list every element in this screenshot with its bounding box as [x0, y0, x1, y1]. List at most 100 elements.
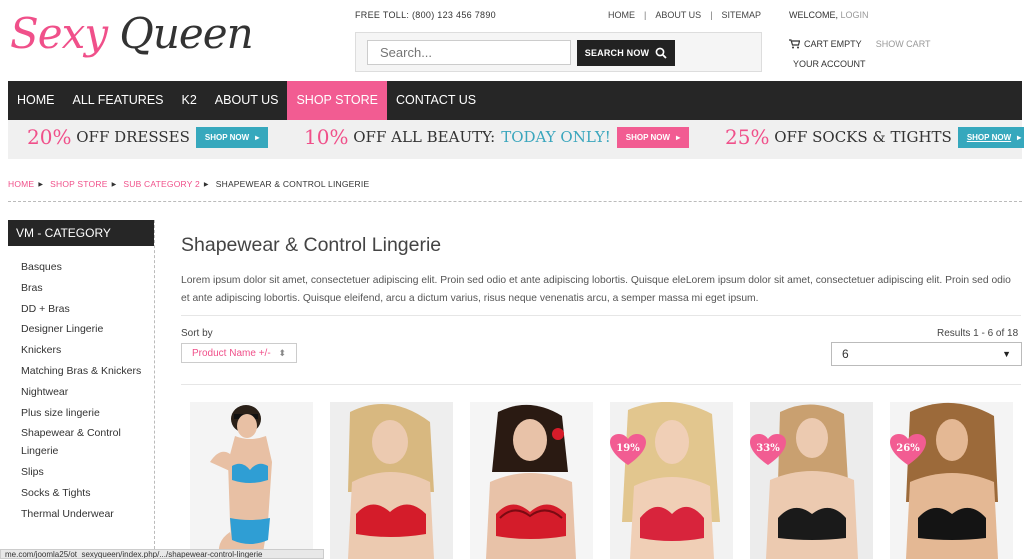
product-image [190, 402, 313, 559]
sort-by-label: Sort by [181, 328, 213, 339]
category-shapewear-line1: Shapewear & Control [21, 427, 121, 440]
nav-home[interactable]: HOME [8, 81, 64, 120]
sidebar: VM - CATEGORY Basques Bras DD + Bras Des… [8, 220, 155, 559]
breadcrumb-home[interactable]: HOME [8, 179, 34, 189]
product-image [890, 402, 1013, 559]
category-slips[interactable]: Slips [21, 464, 154, 482]
top-links: HOME | ABOUT US | SITEMAP [608, 10, 761, 20]
browser-status-bar: me.com/joomla25/ot_sexyqueen/index.php/.… [0, 549, 324, 559]
category-thermal-underwear[interactable]: Thermal Underwear [21, 506, 154, 524]
arrow-right-icon: ▸ [1017, 132, 1022, 142]
cart-icon [789, 39, 800, 49]
promo-percent: 20% [27, 125, 72, 149]
discount-badge: 26% [890, 434, 926, 466]
search-button-label: SEARCH NOW [584, 48, 650, 58]
top-link-sitemap[interactable]: SITEMAP [722, 10, 762, 20]
welcome-label: WELCOME, [789, 10, 839, 20]
results-count: Results 1 - 6 of 18 [937, 328, 1019, 339]
category-nightwear[interactable]: Nightwear [21, 384, 154, 402]
product-card[interactable]: 19% [610, 402, 733, 559]
logo-part-2: Queen [119, 9, 253, 58]
nav-shop-store[interactable]: SHOP STORE [287, 81, 387, 120]
category-bras[interactable]: Bras [21, 280, 154, 298]
divider [8, 201, 1022, 202]
shop-now-button[interactable]: SHOP NOW ▸ [957, 126, 1024, 148]
discount-badge: 33% [750, 434, 786, 466]
category-basques[interactable]: Basques [21, 259, 154, 277]
breadcrumb-shop-store[interactable]: SHOP STORE [50, 179, 107, 189]
nav-k2[interactable]: K2 [173, 81, 206, 120]
arrow-right-icon: ▶ [203, 181, 209, 188]
category-shapewear[interactable]: Shapewear & Control Lingerie [21, 425, 154, 461]
promo-text: OFF SOCKS & TIGHTS [774, 128, 952, 146]
category-list: Basques Bras DD + Bras Designer Lingerie… [8, 246, 154, 523]
login-link[interactable]: LOGIN [841, 10, 869, 20]
discount-badge-label: 19% [616, 443, 640, 454]
nav-all-features[interactable]: ALL FEATURES [64, 81, 173, 120]
product-card[interactable] [190, 402, 313, 559]
promo-dresses: 20% OFF DRESSES SHOP NOW ▸ [27, 125, 269, 149]
logo-part-1: Sexy [10, 9, 108, 58]
product-image [470, 402, 593, 559]
promo-text: OFF ALL BEAUTY: [353, 128, 496, 146]
cart: CART EMPTY SHOW CART [789, 39, 931, 49]
show-cart-link[interactable]: SHOW CART [876, 39, 931, 49]
separator: | [710, 10, 713, 20]
limit-value: 6 [842, 347, 849, 361]
header: Sexy Queen FREE TOLL: (800) 123 456 7890… [0, 0, 1024, 81]
shop-now-label: SHOP NOW [204, 132, 250, 142]
product-card[interactable]: 33% [750, 402, 873, 559]
logo[interactable]: Sexy Queen [10, 8, 254, 60]
arrow-right-icon: ▶ [111, 181, 117, 188]
limit-select[interactable]: 6 ▼ [831, 342, 1022, 366]
cart-empty-label: CART EMPTY [804, 39, 862, 49]
discount-badge-label: 33% [756, 443, 780, 454]
search-box: SEARCH NOW [355, 32, 762, 72]
product-card[interactable] [470, 402, 593, 559]
shop-now-button[interactable]: SHOP NOW ▸ [616, 126, 690, 148]
breadcrumb-sub-category[interactable]: SUB CATEGORY 2 [123, 179, 200, 189]
shop-now-button[interactable]: SHOP NOW ▸ [195, 126, 269, 148]
product-card[interactable] [330, 402, 453, 559]
main-nav: HOME ALL FEATURES K2 ABOUT US SHOP STORE… [8, 81, 1022, 120]
sort-select[interactable]: Product Name +/- ⬍ [181, 343, 297, 363]
search-input[interactable] [367, 40, 571, 65]
promo-today-only: TODAY ONLY! [501, 128, 611, 146]
arrow-right-icon: ▶ [38, 181, 44, 188]
product-image [330, 402, 453, 559]
breadcrumb: HOME ▶ SHOP STORE ▶ SUB CATEGORY 2 ▶ SHAPEW… [8, 179, 369, 189]
search-button[interactable]: SEARCH NOW [577, 40, 675, 66]
promo-text: OFF DRESSES [76, 128, 190, 146]
category-socks-tights[interactable]: Socks & Tights [21, 485, 154, 503]
discount-badge: 19% [610, 434, 646, 466]
sort-value: Product Name +/- [192, 347, 271, 359]
promo-socks: 25% OFF SOCKS & TIGHTS SHOP NOW ▸ [725, 125, 1024, 149]
breadcrumb-current: SHAPEWEAR & CONTROL LINGERIE [215, 179, 370, 189]
nav-contact-us[interactable]: CONTACT US [387, 81, 485, 120]
product-card[interactable]: 26% [890, 402, 1013, 559]
category-knickers[interactable]: Knickers [21, 342, 154, 360]
arrow-right-icon: ▸ [676, 132, 681, 142]
sidebar-title: VM - CATEGORY [8, 220, 154, 246]
promo-bar: 20% OFF DRESSES SHOP NOW ▸ 10% OFF ALL BE… [8, 120, 1024, 159]
product-image [610, 402, 733, 559]
your-account-link[interactable]: YOUR ACCOUNT [793, 59, 866, 69]
top-link-home[interactable]: HOME [608, 10, 635, 20]
top-link-about-us[interactable]: ABOUT US [655, 10, 701, 20]
category-matching-bras-knickers[interactable]: Matching Bras & Knickers [21, 363, 154, 381]
free-toll-phone: FREE TOLL: (800) 123 456 7890 [355, 10, 496, 20]
divider [181, 384, 1021, 385]
discount-badge-label: 26% [896, 443, 920, 454]
category-designer-lingerie[interactable]: Designer Lingerie [21, 321, 154, 339]
arrow-right-icon: ▸ [255, 132, 260, 142]
category-plus-size[interactable]: Plus size lingerie [21, 405, 154, 423]
search-icon [655, 47, 667, 59]
category-dd-bras[interactable]: DD + Bras [21, 301, 154, 319]
shop-now-label: SHOP NOW [625, 132, 671, 142]
category-shapewear-line2: Lingerie [21, 445, 59, 458]
category-description: Lorem ipsum dolor sit amet, consectetuer… [181, 275, 1011, 304]
promo-percent: 10% [304, 125, 349, 149]
divider [181, 315, 1021, 316]
promo-percent: 25% [725, 125, 770, 149]
nav-about-us[interactable]: ABOUT US [206, 81, 288, 120]
